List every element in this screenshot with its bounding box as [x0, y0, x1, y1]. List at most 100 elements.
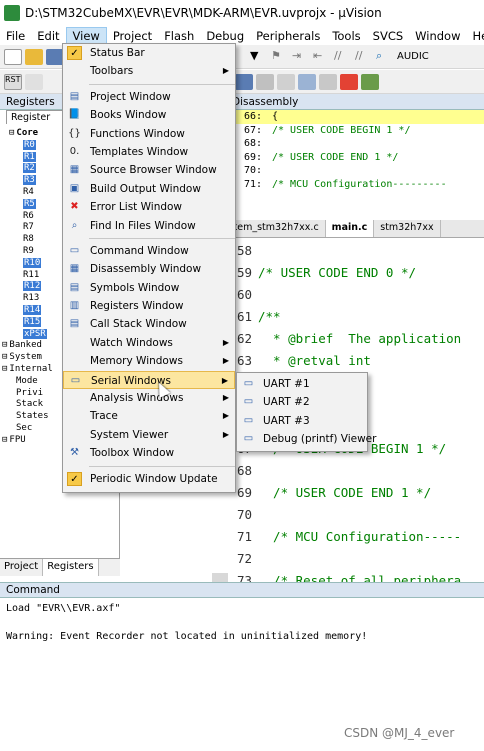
menu-item-call-stack-window[interactable]: ▤ Call Stack Window: [63, 315, 235, 333]
menu-item-toolbars[interactable]: Toolbars ▶: [63, 62, 235, 80]
menu-window[interactable]: Window: [409, 27, 466, 45]
menu-item-analysis-windows[interactable]: Analysis Windows ▶: [63, 389, 235, 407]
menu-item-label: Toolbox Window: [90, 447, 175, 460]
disassembly-window: 66: {67: /* USER CODE BEGIN 1 */ 68: 69: /* U…: [212, 110, 484, 191]
menu-item-registers-window[interactable]: ▥ Registers Window: [63, 297, 235, 315]
disassembly-line: 70:: [212, 164, 484, 178]
line-number: 66:: [244, 111, 263, 122]
templates-icon: 0.: [69, 145, 80, 157]
menu-help[interactable]: Help: [467, 27, 484, 45]
tab-project[interactable]: Project: [0, 559, 44, 576]
menu-item-serial-windows[interactable]: ▭ Serial Windows ▶: [63, 370, 235, 390]
analysis-tb-icon[interactable]: [298, 73, 316, 90]
menu-item-disassembly-window[interactable]: ▦ Disassembly Window: [63, 260, 235, 278]
title-bar: D:\STM32CubeMX\EVR\EVR\MDK-ARM\EVR.uvpro…: [0, 0, 484, 26]
menu-item-uart-1[interactable]: ▭ UART #1: [237, 375, 367, 393]
submenu-arrow-icon: ▶: [222, 337, 229, 347]
menu-item-symbols-window[interactable]: ▤ Symbols Window: [63, 279, 235, 297]
menu-item-uart-3[interactable]: ▭ UART #3: [237, 412, 367, 430]
expand-icon[interactable]: ⊟: [2, 340, 7, 350]
menu-item-project-window[interactable]: ▤ Project Window: [63, 88, 235, 106]
submenu-arrow-icon: ▶: [222, 66, 229, 76]
line-number: 67:: [244, 124, 263, 136]
open-folder-icon[interactable]: [25, 48, 43, 65]
run-icon[interactable]: [25, 73, 43, 90]
code-text: /* MCU Configuration-----: [258, 529, 462, 544]
tab-main-c[interactable]: main.c: [325, 220, 375, 237]
project-window-icon: ▤: [69, 90, 80, 102]
uncomment-icon[interactable]: //: [355, 49, 373, 65]
code-text: * @retval int: [258, 353, 371, 368]
expand-icon[interactable]: ⊟: [9, 128, 14, 138]
menu-item-watch-windows[interactable]: Watch Windows ▶: [63, 334, 235, 352]
error-list-icon: ✖: [70, 201, 79, 213]
expand-icon[interactable]: ⊟: [2, 435, 7, 445]
toolbox-tb-icon[interactable]: [361, 73, 379, 90]
disassembly-line: 68:: [212, 137, 484, 151]
menu-item-label: Disassembly Window: [90, 263, 202, 276]
menu-svcs[interactable]: SVCS: [367, 27, 410, 45]
system-viewer-tb-icon[interactable]: [340, 73, 358, 90]
register-column-tab[interactable]: Register: [6, 110, 66, 124]
menu-item-toolbox-window[interactable]: ⚒ Toolbox Window: [63, 444, 235, 462]
editor-tabs: system_stm32h7xx.c main.c stm32h7xx: [212, 220, 484, 238]
trace-tb-icon[interactable]: [319, 73, 337, 90]
outdent-icon[interactable]: ⇤: [313, 49, 331, 65]
audio-label[interactable]: AUDIC: [397, 51, 429, 62]
tree-item-label: R2: [23, 163, 36, 174]
code-text: /* USER CODE END 1 */: [258, 485, 432, 500]
menu-item-memory-windows[interactable]: Memory Windows ▶: [63, 352, 235, 370]
expand-icon[interactable]: ⊟: [2, 364, 7, 374]
disassembly-code: /* MCU Configuration---------: [272, 178, 447, 190]
menu-item-system-viewer[interactable]: System Viewer ▶: [63, 426, 235, 444]
registers-tb-icon[interactable]: [235, 73, 253, 90]
reset-icon[interactable]: RST: [4, 73, 22, 90]
disassembly-line: 71: /* MCU Configuration---------: [212, 178, 484, 192]
menu-item-label: UART #1: [263, 378, 310, 390]
menu-file[interactable]: File: [0, 27, 31, 45]
new-file-icon[interactable]: [4, 48, 22, 65]
menu-item-debug-printf-viewer[interactable]: ▭ Debug (printf) Viewer: [237, 430, 377, 448]
disassembly-code: {: [272, 111, 279, 122]
uart-icon: ▭: [243, 414, 254, 426]
line-number: 68:: [244, 138, 263, 149]
check-icon: ✓: [67, 46, 82, 60]
menu-item-label: Status Bar: [90, 47, 145, 59]
menu-edit[interactable]: Edit: [31, 27, 65, 45]
menu-item-uart-2[interactable]: ▭ UART #2: [237, 393, 367, 411]
menu-item-label: Error List Window: [90, 201, 183, 214]
disassembly-icon: ▦: [69, 263, 80, 275]
memory-tb-icon[interactable]: [256, 73, 274, 90]
menu-item-find-in-files-window[interactable]: ⌕ Find In Files Window: [63, 217, 235, 235]
menu-tools[interactable]: Tools: [326, 27, 366, 45]
menu-item-trace[interactable]: Trace ▶: [63, 407, 235, 425]
command-line: Load "EVR\\EVR.axf": [6, 603, 121, 614]
tree-item-label: R7: [23, 222, 34, 233]
disassembly-line: 67: /* USER CODE BEGIN 1 */: [212, 124, 484, 138]
menu-peripherals[interactable]: Peripherals: [250, 27, 326, 45]
tree-item-label: Stack: [16, 399, 44, 410]
find-icon[interactable]: ⌕: [376, 49, 394, 65]
submenu-arrow-icon: ▶: [222, 393, 229, 403]
bookmark-icon[interactable]: ⚑: [271, 49, 289, 65]
menu-item-error-list-window[interactable]: ✖ Error List Window: [63, 198, 235, 216]
tree-item-label: Internal: [9, 363, 53, 374]
tab-registers[interactable]: Registers: [43, 559, 99, 576]
build-output-icon: ▣: [69, 182, 80, 194]
tab-stm32h7xx[interactable]: stm32h7xx: [374, 220, 441, 237]
menu-item-command-window[interactable]: ▭ Command Window: [63, 242, 235, 260]
serial-tb-icon[interactable]: [277, 73, 295, 90]
indent-icon[interactable]: ⇥: [292, 49, 310, 65]
comment-icon[interactable]: //: [334, 49, 352, 65]
menu-item-periodic-window-update[interactable]: ✓ Periodic Window Update: [63, 470, 235, 488]
menu-item-templates-window[interactable]: 0. Templates Window: [63, 143, 235, 161]
tree-item-label: xPSR: [23, 328, 47, 339]
menu-item-status-bar[interactable]: ✓ Status Bar: [63, 44, 235, 62]
menu-item-build-output-window[interactable]: ▣ Build Output Window: [63, 180, 235, 198]
goto-icon[interactable]: ▼: [250, 49, 268, 65]
tree-item-label: R13: [23, 293, 40, 304]
expand-icon[interactable]: ⊟: [2, 352, 7, 362]
menu-item-books-window[interactable]: 📘 Books Window: [63, 106, 235, 124]
menu-item-functions-window[interactable]: {} Functions Window: [63, 125, 235, 143]
menu-item-source-browser-window[interactable]: ▦ Source Browser Window: [63, 161, 235, 179]
